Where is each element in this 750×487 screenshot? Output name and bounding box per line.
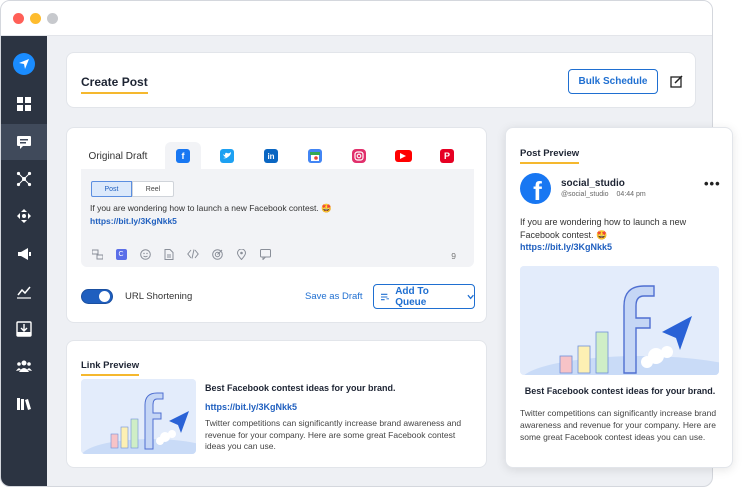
app-logo-icon[interactable] xyxy=(13,53,35,75)
more-options-icon[interactable]: ••• xyxy=(704,176,721,191)
hashtag-manager-icon[interactable] xyxy=(90,247,104,261)
url-shortening-toggle[interactable] xyxy=(81,289,113,304)
post-type-post-button[interactable]: Post xyxy=(91,181,132,197)
chevron-down-icon[interactable] xyxy=(467,294,474,300)
account-name: social_studio xyxy=(561,178,625,189)
canva-icon[interactable]: C xyxy=(114,247,128,261)
instagram-icon xyxy=(352,149,366,163)
analytics-icon[interactable] xyxy=(1,274,47,310)
facebook-avatar-icon: f xyxy=(520,173,551,204)
tab-youtube[interactable] xyxy=(385,142,421,170)
sidebar xyxy=(1,36,47,486)
preview-headline: Best Facebook contest ideas for your bra… xyxy=(524,386,716,396)
preview-link[interactable]: https://bit.ly/3KgNkk5 xyxy=(520,242,612,252)
platform-tabs: Original Draft f in P xyxy=(81,142,474,170)
post-time: 04:44 pm xyxy=(616,191,646,198)
post-type-reel-button[interactable]: Reel xyxy=(132,181,174,197)
comment-icon[interactable] xyxy=(258,247,272,261)
tab-twitter[interactable] xyxy=(209,142,245,170)
emoji-icon[interactable] xyxy=(138,247,152,261)
link-preview-card: Link Preview Best Facebook contest ideas… xyxy=(66,340,487,468)
maximize-window-button[interactable] xyxy=(47,13,58,24)
preview-image xyxy=(520,266,719,375)
post-preview-title: Post Preview xyxy=(520,148,580,164)
tab-pinterest[interactable]: P xyxy=(429,142,465,170)
post-emoji: 🤩 xyxy=(321,203,332,213)
link-preview-headline: Best Facebook contest ideas for your bra… xyxy=(205,383,396,393)
post-link[interactable]: https://bit.ly/3KgNkk5 xyxy=(90,216,177,226)
library-icon[interactable] xyxy=(1,386,47,422)
google-business-icon xyxy=(308,149,322,163)
preview-post-text: If you are wondering how to launch a new… xyxy=(520,216,720,254)
compose-icon[interactable] xyxy=(1,124,47,160)
add-to-queue-label: Add To Queue xyxy=(395,285,429,308)
twitter-icon xyxy=(220,149,234,163)
bulk-schedule-button[interactable]: Bulk Schedule xyxy=(568,69,658,94)
pinterest-icon: P xyxy=(440,149,454,163)
move-icon[interactable] xyxy=(1,198,47,234)
add-to-queue-button[interactable]: Add To Queue xyxy=(373,284,475,309)
preview-emoji: 🤩 xyxy=(596,229,608,240)
tab-google-business[interactable] xyxy=(297,142,333,170)
tab-facebook[interactable]: f xyxy=(165,142,201,170)
url-shortening-label: URL Shortening xyxy=(125,291,193,302)
link-preview-title: Link Preview xyxy=(81,360,140,376)
dashboard-icon[interactable] xyxy=(1,86,47,122)
minimize-window-button[interactable] xyxy=(30,13,41,24)
post-editor[interactable]: Post Reel If you are wondering how to la… xyxy=(81,169,474,267)
queue-icon xyxy=(381,293,390,300)
megaphone-icon[interactable] xyxy=(1,236,47,272)
network-icon[interactable] xyxy=(1,161,47,197)
page-title: Create Post xyxy=(81,75,148,94)
youtube-icon xyxy=(394,150,412,162)
account-handle: @social_studio 04:44 pm xyxy=(561,191,646,198)
link-preview-image xyxy=(81,379,196,454)
link-preview-url[interactable]: https://bit.ly/3KgNkk5 xyxy=(205,402,297,412)
file-icon[interactable] xyxy=(162,247,176,261)
preview-description: Twitter competitions can significantly i… xyxy=(520,408,717,442)
save-as-draft-link[interactable]: Save as Draft xyxy=(305,291,363,302)
link-preview-description: Twitter competitions can significantly i… xyxy=(205,418,462,451)
post-text-content[interactable]: If you are wondering how to launch a new… xyxy=(90,202,460,228)
post-preview-card: Post Preview f social_studio @social_stu… xyxy=(505,127,733,468)
team-icon[interactable] xyxy=(1,348,47,384)
character-count: 9 xyxy=(451,251,456,261)
tab-original-draft[interactable]: Original Draft xyxy=(81,142,155,170)
tab-linkedin[interactable]: in xyxy=(253,142,289,170)
tab-instagram[interactable] xyxy=(341,142,377,170)
edit-icon[interactable] xyxy=(670,75,683,88)
code-icon[interactable] xyxy=(186,247,200,261)
composer-card: Original Draft f in P Post Reel If you a… xyxy=(66,127,487,323)
location-pin-icon[interactable] xyxy=(234,247,248,261)
linkedin-icon: in xyxy=(264,149,278,163)
post-text: If you are wondering how to launch a new… xyxy=(90,203,319,213)
inbox-download-icon[interactable] xyxy=(1,311,47,347)
facebook-icon: f xyxy=(176,149,190,163)
title-bar xyxy=(1,1,712,36)
close-window-button[interactable] xyxy=(13,13,24,24)
create-post-header: Create Post Bulk Schedule xyxy=(66,52,696,108)
target-icon[interactable] xyxy=(210,247,224,261)
editor-toolbar: C xyxy=(90,247,272,261)
handle: @social_studio xyxy=(561,191,609,198)
